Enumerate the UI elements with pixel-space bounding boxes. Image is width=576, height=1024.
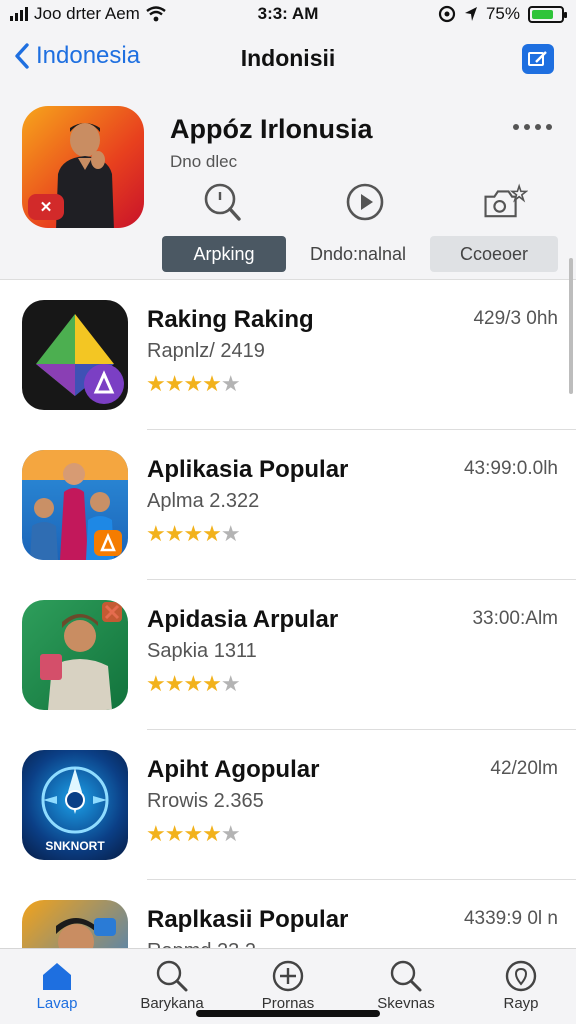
list-item-title: Apiht Agopular [147,756,320,783]
tab-label: Rayp [503,995,539,1012]
segment-dndonalnal[interactable]: Dndo:nalnal [296,236,420,272]
list-item[interactable]: Raplkasii Popular Rapmd 23.2 4339:9 0l n [0,880,576,948]
status-right: 75% [438,4,567,24]
list-item-subtitle: Rapnlz/ 2419 [147,340,265,362]
app-icon-popular [22,450,128,560]
list-item[interactable]: SNKNORT Apiht Agopular Rrowis 2.365 ★★★★… [0,730,576,880]
list-item-subtitle: Sapkia 1311 [147,640,257,662]
location-pin-icon [505,960,537,992]
battery-icon [528,5,567,23]
play-action[interactable] [342,182,388,222]
home-indicator[interactable] [196,1010,380,1017]
list-item-meta: 429/3 0hh [473,308,558,329]
app-name: Appóz Irlonusia [170,114,373,144]
play-icon [346,183,384,221]
tab-barykana[interactable]: Barykana [122,957,222,1012]
icon-wordmark: SNKNORT [45,839,105,853]
list-item-title: Aplikasia Popular [147,456,349,483]
app-icon-raking [22,300,128,410]
app-icon-apidasia [22,600,128,710]
location-arrow-icon [464,7,477,21]
page-title: Indonisii [240,45,336,71]
list-item-subtitle: Rapmd 23.2 [147,940,256,948]
list-item-subtitle: Aplma 2.322 [147,490,260,512]
people-illustration-icon [22,450,128,560]
tab-skevnas[interactable]: Skevnas [356,957,456,1012]
rating-stars: ★★★★★ [146,371,241,396]
segment-arpking[interactable]: Arpking [162,236,286,272]
app-list: Raking Raking Rapnlz/ 2419 ★★★★★ 429/3 0… [0,280,576,948]
edit-button[interactable] [522,44,554,74]
app-icon-raplkasii [22,900,128,948]
camera-action[interactable] [482,182,528,222]
list-item[interactable]: Apidasia Arpular Sapkia 1311 ★★★★★ 33:00… [0,580,576,730]
search-action[interactable] [200,182,246,222]
app-icon[interactable]: ✕ [22,106,144,228]
list-item[interactable]: Raking Raking Rapnlz/ 2419 ★★★★★ 429/3 0… [0,280,576,430]
navigation-bar: Indonesia Indonisii [0,28,576,90]
list-item-meta: 33:00:Alm [472,608,558,629]
alarm-icon [438,5,456,23]
status-bar: Joo drter Aem 3:3: AM 75% [0,0,576,28]
app-subtitle: Dno dlec [170,152,238,171]
rating-stars: ★★★★★ [146,521,241,546]
home-icon [43,963,71,990]
list-item-meta: 4339:9 0l n [463,908,558,929]
compass-logo-icon: SNKNORT [41,766,109,853]
person-illustration-icon [56,918,116,948]
list-item-title: Raking Raking [147,306,314,333]
list-item-meta: 43:99:0.0lh [463,458,558,479]
list-item-title: Raplkasii Popular [147,906,349,933]
tab-lavap[interactable]: Lavap [7,957,107,1012]
edit-icon [528,51,547,66]
triangle-logo-icon [36,314,124,404]
plus-circle-icon [272,960,304,992]
list-item-subtitle: Rrowis 2.365 [147,790,264,812]
tab-prornas[interactable]: Prornas [238,957,338,1012]
segment-ccoeoer[interactable]: Ccoeoer [430,236,558,272]
tab-rayp[interactable]: Rayp [471,957,571,1012]
rating-stars: ★★★★★ [146,671,241,696]
app-icon-badge: ✕ [28,194,64,220]
search-icon [204,183,241,221]
list-item-meta: 42/20lm [490,758,558,779]
camera-star-icon [484,183,528,218]
app-icon-apiht: SNKNORT [22,750,128,860]
battery-percent: 75% [485,4,520,23]
search-icon [156,960,188,992]
list-item-title: Apidasia Arpular [147,606,339,633]
tab-label: Lavap [36,995,78,1012]
search-icon [390,960,422,992]
more-options-button[interactable] [513,124,552,130]
person-illustration-icon [40,602,122,710]
rating-stars: ★★★★★ [146,821,241,846]
app-header: ✕ Appóz Irlonusia Dno dlec Arpking Dndo:… [0,90,576,280]
list-item[interactable]: Aplikasia Popular Aplma 2.322 ★★★★★ 43:9… [0,430,576,580]
